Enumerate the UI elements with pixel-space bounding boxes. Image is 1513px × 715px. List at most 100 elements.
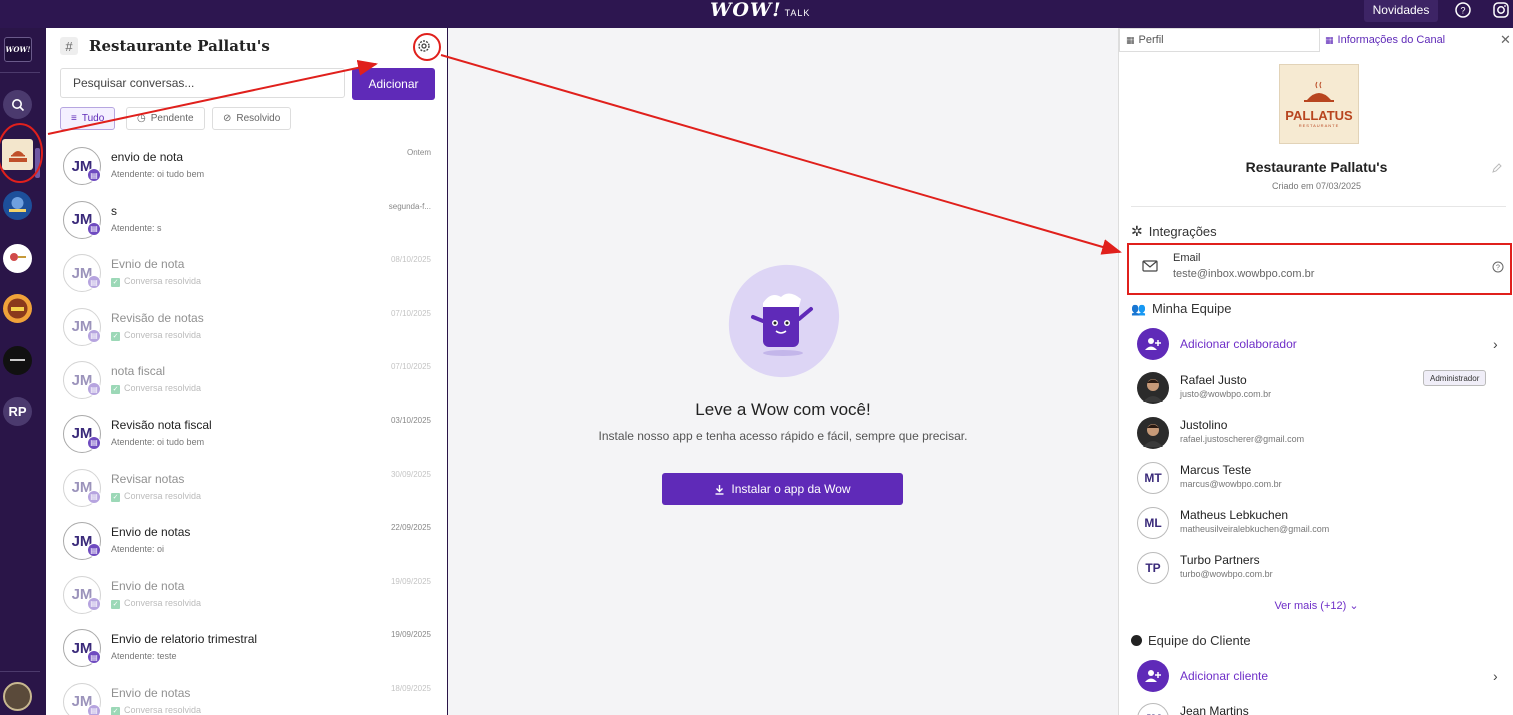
- filter-pendente[interactable]: ◷ Pendente: [126, 107, 205, 130]
- member-avatar: ML: [1137, 507, 1169, 539]
- team-member-row[interactable]: Rafael Justo justo@wowbpo.com.br Administr…: [1137, 370, 1497, 412]
- close-icon[interactable]: ✕: [1500, 32, 1511, 48]
- conversations-panel: # Restaurante Pallatu's Adicionar ≡ Tudo…: [46, 28, 447, 715]
- help-icon[interactable]: ?: [1454, 1, 1472, 19]
- tab-perfil[interactable]: ▦ Perfil: [1119, 28, 1320, 52]
- conversation-title: envio de nota: [111, 150, 184, 164]
- conversation-preview: ✓ Conversa resolvida: [111, 276, 202, 288]
- member-avatar: JM: [1137, 703, 1169, 715]
- conversation-preview: ✓ Conversa resolvida: [111, 491, 201, 502]
- workspace-4[interactable]: [3, 294, 32, 323]
- search-icon: [11, 98, 24, 111]
- novidades-button[interactable]: Novidades: [1364, 0, 1438, 22]
- tab-label: Informações do Canal: [1337, 34, 1446, 46]
- email-integration-card[interactable]: Email teste@inbox.wowbpo.com.br ?: [1129, 244, 1505, 294]
- divider: [1131, 206, 1506, 207]
- member-avatar: [1137, 372, 1169, 404]
- conversation-item[interactable]: JM ▤ Revisar notas ✓ Conversa resolvida 30/09…: [46, 462, 447, 516]
- team-member-row[interactable]: Justolino rafael.justoscherer@gmail.com: [1137, 417, 1497, 457]
- conversation-item[interactable]: JM ▤ Evnio de nota ✓ Conversa resolvida 08/10…: [46, 247, 447, 301]
- integrations-title: Integrações: [1148, 224, 1217, 239]
- my-team-header: 👥 Minha Equipe: [1131, 301, 1231, 316]
- conversation-preview: ✓ Conversa resolvida: [111, 383, 202, 395]
- conversation-item[interactable]: JM ▤ Envio de notas ✓ Conversa resolvida 18/0…: [46, 676, 447, 715]
- member-name: Justolino: [1180, 418, 1228, 432]
- workspace-5[interactable]: [3, 346, 32, 375]
- filter-label: Resolvido: [236, 113, 281, 124]
- conversation-preview-text: Conversa resolvida: [124, 383, 202, 394]
- conversation-title: Revisão de notas: [111, 310, 204, 325]
- conversation-preview-text: Conversa resolvida: [124, 704, 202, 715]
- channel-badge-icon: ▤: [87, 489, 101, 504]
- conversation-item[interactable]: JM ▤ s Atendente: s segunda-f...: [46, 194, 447, 248]
- conversation-search-input[interactable]: [60, 68, 345, 98]
- see-more-members-link[interactable]: Ver mais (+12) ⌄: [1119, 599, 1513, 612]
- edit-pencil-icon[interactable]: [1491, 162, 1503, 174]
- client-member-row[interactable]: JM Jean Martins: [1137, 703, 1497, 715]
- rail-search-button[interactable]: [3, 90, 32, 119]
- conversation-item[interactable]: JM ▤ nota fiscal ✓ Conversa resolvida 07/10/2…: [46, 354, 447, 408]
- install-app-label: Instalar o app da Wow: [731, 482, 851, 496]
- help-icon[interactable]: ?: [1492, 261, 1504, 273]
- conversation-preview-text: Conversa resolvida: [124, 276, 202, 287]
- brand-logo: WOW! TALK: [710, 0, 810, 28]
- team-member-row[interactable]: ML Matheus Lebkuchen matheusilveiralebkuch…: [1137, 507, 1497, 547]
- conversation-preview-text: Atendente: oi tudo bem: [111, 436, 205, 447]
- channel-name: Restaurante Pallatu's: [1245, 159, 1388, 175]
- channel-created-date: Criado em 07/03/2025: [1271, 181, 1362, 191]
- conversation-item[interactable]: JM ▤ Revisão nota fiscal Atendente: oi tudo…: [46, 408, 447, 462]
- conversation-preview: ✓ Conversa resolvida: [111, 598, 201, 609]
- conversation-item[interactable]: JM ▤ Revisão de notas ✓ Conversa resolvida 07…: [46, 301, 447, 355]
- chevron-right-icon: ›: [1493, 668, 1498, 684]
- conversation-title: Envio de nota: [111, 578, 185, 593]
- add-user-icon: [1137, 660, 1169, 692]
- clock-icon: ◷: [137, 113, 146, 124]
- check-icon: ✓: [111, 706, 120, 715]
- conversation-preview: Atendente: oi tudo bem: [111, 169, 204, 179]
- workspace-initials[interactable]: RP: [3, 397, 32, 426]
- conversation-title: s: [111, 203, 117, 218]
- member-name: Jean Martins: [1180, 704, 1249, 715]
- settings-gear-icon[interactable]: [416, 38, 432, 54]
- workspace-3-logo-icon: [10, 253, 26, 261]
- filter-resolvido[interactable]: ⊘ Resolvido: [212, 107, 292, 130]
- conversation-item[interactable]: JM ▤ Envio de notas Atendente: oi 22/09/2025: [46, 515, 447, 569]
- rail-logo[interactable]: WOW!: [4, 37, 32, 62]
- team-member-row[interactable]: MT Marcus Teste marcus@wowbpo.com.br: [1137, 462, 1497, 502]
- add-conversation-button[interactable]: Adicionar: [352, 68, 435, 100]
- check-icon: ✓: [111, 278, 120, 288]
- integrations-icon: ✲: [1131, 223, 1143, 239]
- conversation-date: 03/10/2025: [390, 415, 431, 425]
- filter-tudo[interactable]: ≡ Tudo: [60, 107, 116, 130]
- conversation-item[interactable]: JM ▤ envio de nota Atendente: oi tudo bem On…: [46, 140, 447, 194]
- client-team-icon: [1131, 635, 1142, 646]
- workspace-pallatus[interactable]: [2, 139, 33, 170]
- workspace-2[interactable]: [3, 191, 32, 220]
- install-app-button[interactable]: Instalar o app da Wow: [662, 473, 903, 505]
- workspace-2-logo-icon: [9, 197, 26, 212]
- svg-text:?: ?: [1460, 6, 1465, 16]
- instagram-icon[interactable]: [1492, 1, 1510, 19]
- user-avatar[interactable]: [3, 682, 32, 711]
- workspace-3[interactable]: [3, 244, 32, 273]
- top-bar: WOW! TALK Novidades ?: [0, 0, 1513, 28]
- rail-bottom-divider: [0, 671, 40, 672]
- member-avatar: MT: [1137, 462, 1169, 494]
- add-user-glyph: [1145, 670, 1161, 682]
- conversation-date: 22/09/2025: [390, 523, 431, 533]
- member-email: marcus@wowbpo.com.br: [1180, 479, 1282, 489]
- member-email: justo@wowbpo.com.br: [1180, 389, 1272, 399]
- download-icon: [715, 484, 724, 495]
- conversation-date: 18/09/2025: [390, 683, 431, 693]
- add-client-row[interactable]: Adicionar cliente ›: [1137, 660, 1498, 700]
- conversation-title: Envio de notas: [111, 685, 191, 700]
- tab-informacoes-do-canal[interactable]: ▦ Informações do Canal: [1322, 28, 1492, 52]
- conversation-item[interactable]: JM ▤ Envio de relatorio trimestral Atendent…: [46, 622, 447, 676]
- conversation-preview: ✓ Conversa resolvida: [111, 705, 201, 715]
- conversation-item[interactable]: JM ▤ Envio de nota ✓ Conversa resolvida 19/09…: [46, 569, 447, 623]
- team-member-row[interactable]: TP Turbo Partners turbo@wowbpo.com.br: [1137, 552, 1497, 592]
- conversation-date: 30/09/2025: [390, 469, 431, 479]
- add-collaborator-row[interactable]: Adicionar colaborador ›: [1137, 328, 1498, 368]
- list-icon: ≡: [71, 113, 77, 124]
- channel-badge-icon: ▤: [87, 168, 101, 182]
